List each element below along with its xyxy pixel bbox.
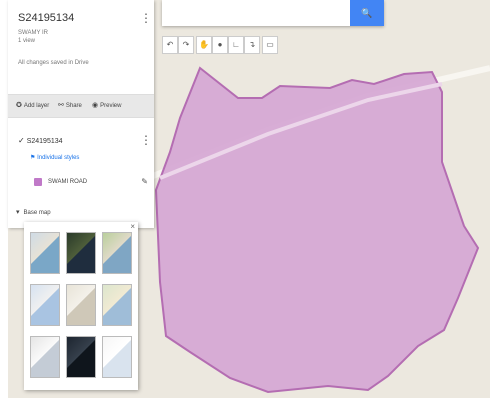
base-map-option-map[interactable] — [30, 232, 60, 274]
feature-name: SWAMI ROAD — [48, 179, 88, 185]
share-icon: ⚯ — [58, 102, 64, 109]
map-subtitle: SWAMY IR — [18, 30, 49, 36]
base-map-option-terrain[interactable] — [102, 232, 132, 274]
base-map-picker: × — [24, 222, 138, 390]
add-layer-icon: ✪ — [16, 102, 22, 109]
ruler-icon[interactable]: ▭ — [262, 36, 278, 54]
layers-panel: S24195134 ⋮ SWAMY IR 1 view All changes … — [8, 0, 154, 228]
preview-button[interactable]: ◉ Preview — [92, 101, 121, 109]
edit-icon[interactable]: ✎ — [141, 177, 148, 186]
base-map-option-light-political[interactable] — [30, 284, 60, 326]
base-map-option-satellite[interactable] — [66, 232, 96, 274]
preview-icon: ◉ — [92, 102, 99, 109]
view-count: 1 view — [18, 38, 36, 44]
panel-toolbar: ✪ Add layer ⚯ Share ◉ Preview — [8, 94, 154, 118]
base-map-toggle[interactable]: ▾ Base map — [16, 208, 51, 216]
marker-icon[interactable]: ● — [212, 36, 228, 54]
redo-icon[interactable]: ↷ — [178, 36, 194, 54]
base-map-option-light-landmass[interactable] — [30, 336, 60, 378]
checkbox-icon[interactable]: ✓ — [18, 136, 25, 145]
base-map-option-whitewater[interactable] — [102, 336, 132, 378]
search-box: 🔍 — [162, 0, 384, 26]
base-map-option-dark-landmass[interactable] — [66, 336, 96, 378]
search-input[interactable] — [162, 0, 348, 26]
layer-title[interactable]: ✓ S24195134 — [18, 136, 63, 145]
base-map-option-mono-city[interactable] — [66, 284, 96, 326]
individual-styles-link[interactable]: ⚑ Individual styles — [30, 154, 79, 161]
search-button[interactable]: 🔍 — [350, 0, 384, 26]
paint-icon: ⚑ — [30, 155, 36, 161]
save-status: All changes saved in Drive — [18, 60, 89, 66]
close-icon[interactable]: × — [130, 222, 135, 231]
share-button[interactable]: ⚯ Share — [58, 101, 82, 109]
map-title[interactable]: S24195134 — [18, 12, 74, 24]
line-icon[interactable]: ∟ — [228, 36, 244, 54]
hand-icon[interactable]: ✋ — [196, 36, 212, 54]
map-options-icon[interactable]: ⋮ — [140, 12, 152, 24]
feature-item[interactable]: SWAMI ROAD ✎ — [28, 176, 154, 190]
layer-options-icon[interactable]: ⋮ — [140, 134, 152, 146]
route-icon[interactable]: ↴ — [244, 36, 260, 54]
base-map-option-simple-atlas[interactable] — [102, 284, 132, 326]
feature-color-swatch[interactable] — [34, 178, 42, 186]
expand-icon: ▾ — [16, 209, 20, 216]
search-icon: 🔍 — [361, 8, 373, 18]
undo-icon[interactable]: ↶ — [162, 36, 178, 54]
add-layer-button[interactable]: ✪ Add layer — [16, 101, 49, 109]
